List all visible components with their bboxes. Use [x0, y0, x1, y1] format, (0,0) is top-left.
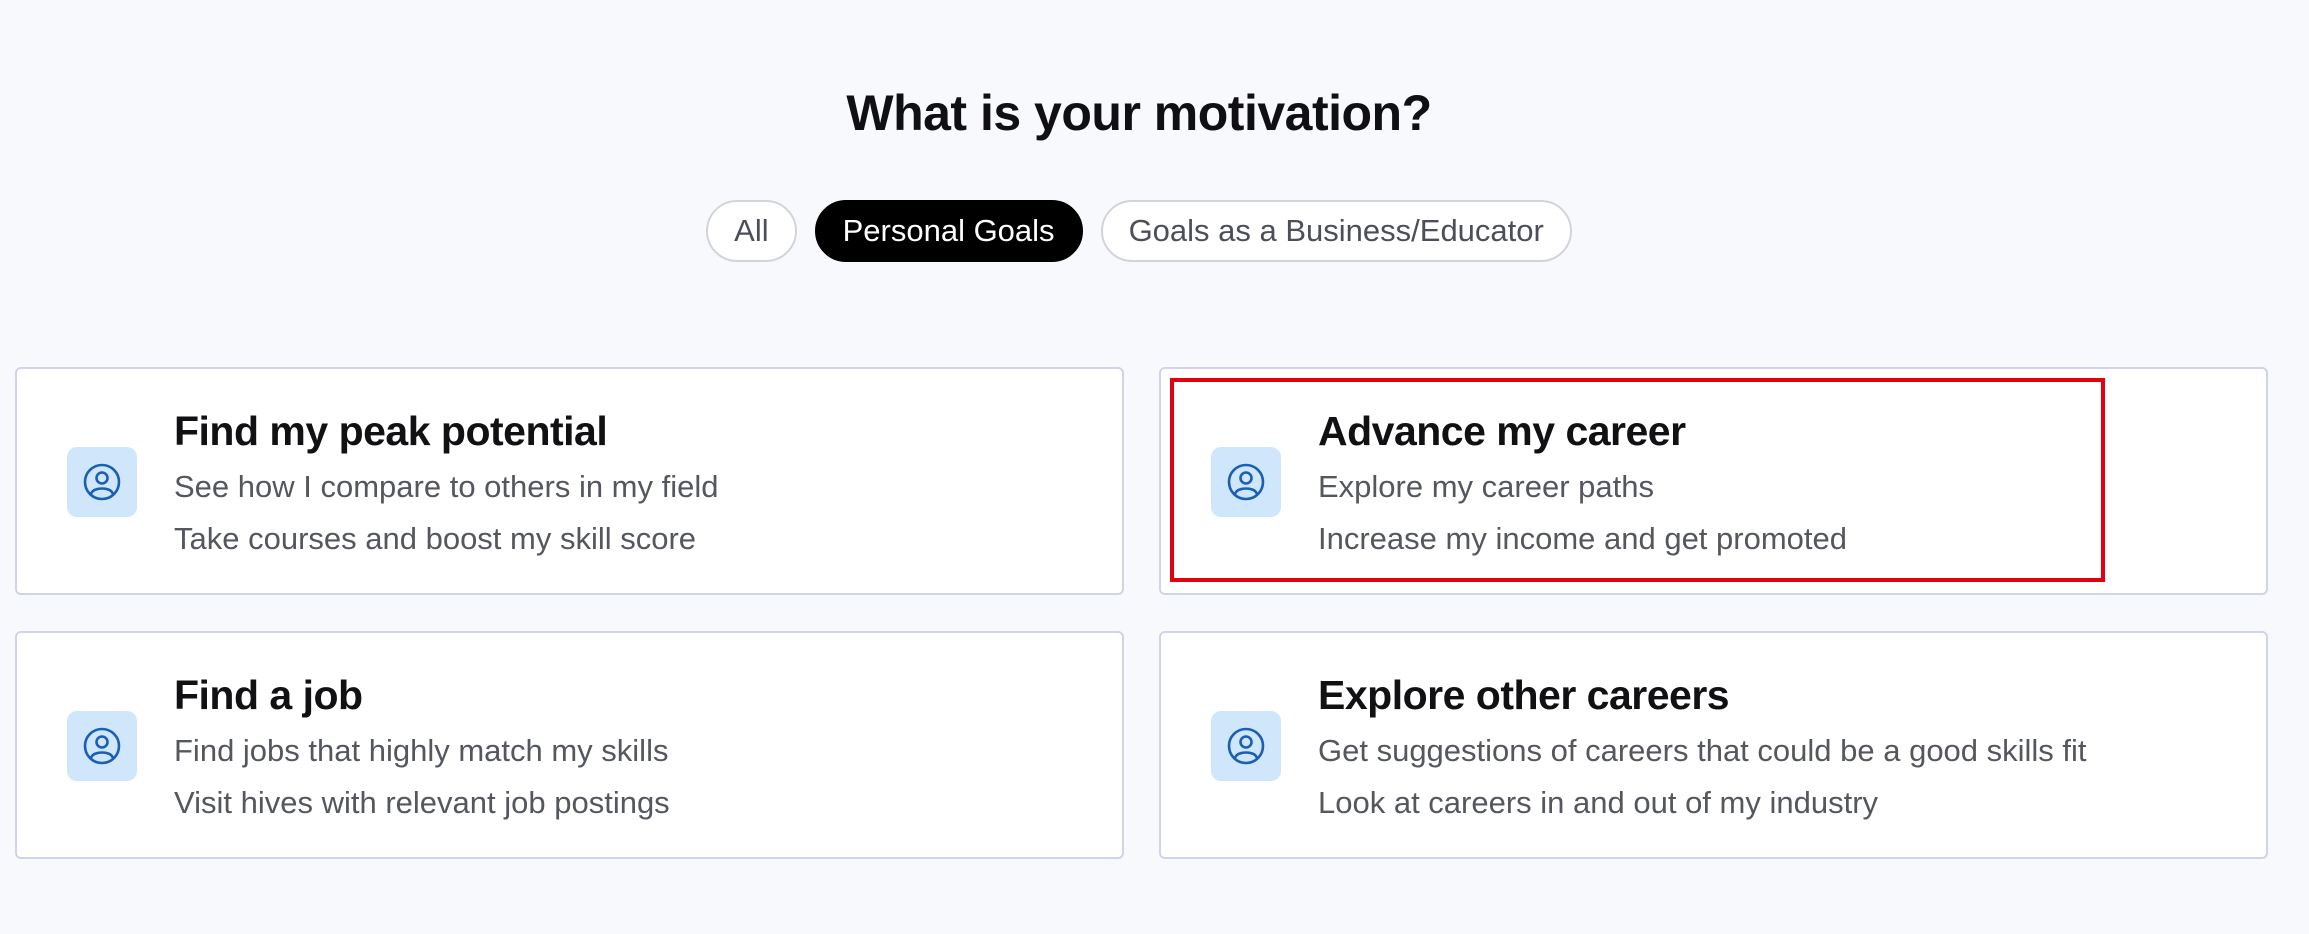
card-title: Advance my career [1318, 408, 1686, 454]
card-description-line: See how I compare to others in my field [174, 469, 719, 504]
goal-filter-tabs: All Personal Goals Goals as a Business/E… [0, 200, 2278, 262]
motivation-card-advance-career[interactable]: Advance my career Explore my career path… [1159, 367, 2268, 595]
card-title: Find my peak potential [174, 408, 608, 454]
card-description-line: Take courses and boost my skill score [174, 521, 697, 556]
card-description-line: Get suggestions of careers that could be… [1318, 733, 2087, 768]
user-circle-icon [1211, 447, 1281, 517]
card-description-line: Visit hives with relevant job postings [174, 785, 670, 820]
user-circle-icon [67, 447, 137, 517]
card-description-line: Look at careers in and out of my industr… [1318, 785, 1879, 820]
tab-business-educator-goals[interactable]: Goals as a Business/Educator [1100, 200, 1572, 262]
tab-personal-goals[interactable]: Personal Goals [814, 200, 1083, 262]
card-description-line: Explore my career paths [1318, 469, 1654, 504]
card-description-line: Increase my income and get promoted [1318, 521, 1847, 556]
page-title: What is your motivation? [846, 85, 1432, 141]
user-circle-icon [67, 711, 137, 781]
user-circle-icon [1211, 711, 1281, 781]
card-title: Explore other careers [1318, 672, 1730, 718]
motivation-card-explore-careers[interactable]: Explore other careers Get suggestions of… [1159, 631, 2268, 859]
tab-all[interactable]: All [706, 200, 797, 262]
motivation-card-find-job[interactable]: Find a job Find jobs that highly match m… [15, 631, 1124, 859]
card-title: Find a job [174, 672, 363, 718]
motivation-card-peak-potential[interactable]: Find my peak potential See how I compare… [15, 367, 1124, 595]
card-description-line: Find jobs that highly match my skills [174, 733, 669, 768]
